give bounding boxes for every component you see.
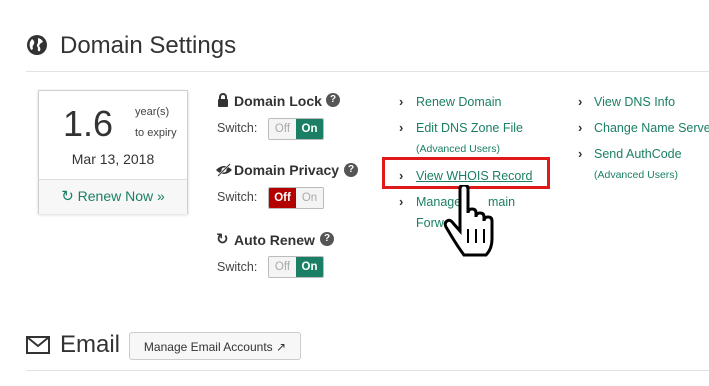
globe-icon — [26, 34, 48, 56]
chevron-right-icon: › — [578, 94, 583, 109]
expiry-unit-suffix: to expiry — [135, 127, 177, 139]
hand-cursor-icon — [442, 183, 508, 266]
chevron-right-icon: › — [578, 146, 583, 161]
domain-privacy-switch[interactable]: Off On — [268, 187, 324, 209]
domain-privacy-label: Domain Privacy — [234, 162, 340, 178]
external-link-icon: ↗ — [276, 340, 287, 354]
auto-renew-label: Auto Renew — [234, 232, 315, 248]
switch-on-option[interactable]: On — [296, 257, 323, 277]
renew-domain-link[interactable]: Renew Domain — [416, 95, 501, 109]
edit-dns-zone-link[interactable]: Edit DNS Zone File — [416, 121, 523, 135]
divider — [26, 370, 709, 371]
domain-settings-title: Domain Settings — [60, 32, 237, 59]
change-name-servers-link[interactable]: Change Name Serve — [594, 121, 709, 135]
expiry-value: 1.6 — [63, 103, 114, 144]
switch-on-option[interactable]: On — [296, 188, 323, 208]
renew-now-label: Renew Now » — [77, 188, 165, 204]
help-icon[interactable]: ? — [344, 163, 358, 177]
domain-privacy-switch-label: Switch: — [217, 190, 258, 204]
refresh-icon: ↻ — [216, 231, 229, 248]
expiry-date: Mar 13, 2018 — [71, 151, 155, 167]
expiry-panel: 1.6 year(s) to expiry Mar 13, 2018 ↻ Ren… — [38, 90, 188, 214]
switch-on-option[interactable]: On — [296, 119, 323, 139]
help-icon[interactable]: ? — [320, 232, 334, 246]
chevron-right-icon: › — [578, 120, 583, 135]
chevron-right-icon: › — [399, 120, 404, 135]
switch-off-option[interactable]: Off — [269, 188, 296, 208]
lock-icon — [217, 93, 229, 112]
auto-renew-switch-label: Switch: — [217, 260, 258, 274]
switch-off-option[interactable]: Off — [269, 257, 296, 277]
domain-lock-label: Domain Lock — [234, 93, 322, 109]
send-authcode-link[interactable]: Send AuthCode — [594, 147, 682, 161]
domain-lock-switch-label: Switch: — [217, 121, 258, 135]
email-title: Email — [60, 331, 121, 358]
renew-now-button[interactable]: ↻ Renew Now » — [39, 179, 187, 214]
manage-email-accounts-button[interactable]: Manage Email Accounts ↗ — [129, 332, 301, 360]
help-icon[interactable]: ? — [326, 93, 340, 107]
expiry-unit: year(s) — [135, 106, 170, 118]
advanced-users-note: (Advanced Users) — [416, 143, 501, 155]
switch-off-option[interactable]: Off — [269, 119, 296, 139]
divider — [26, 71, 709, 72]
view-dns-info-link[interactable]: View DNS Info — [594, 95, 675, 109]
manage-forwarding-text: Forw — [416, 216, 444, 230]
domain-lock-switch[interactable]: Off On — [268, 118, 324, 140]
envelope-icon — [26, 336, 50, 359]
chevron-right-icon: › — [399, 94, 404, 109]
advanced-users-note: (Advanced Users) — [594, 169, 679, 181]
manage-email-label: Manage Email Accounts — [143, 340, 273, 354]
eye-slash-icon — [215, 163, 233, 182]
auto-renew-switch[interactable]: Off On — [268, 256, 324, 278]
chevron-right-icon: › — [399, 194, 404, 209]
refresh-icon: ↻ — [61, 188, 74, 205]
